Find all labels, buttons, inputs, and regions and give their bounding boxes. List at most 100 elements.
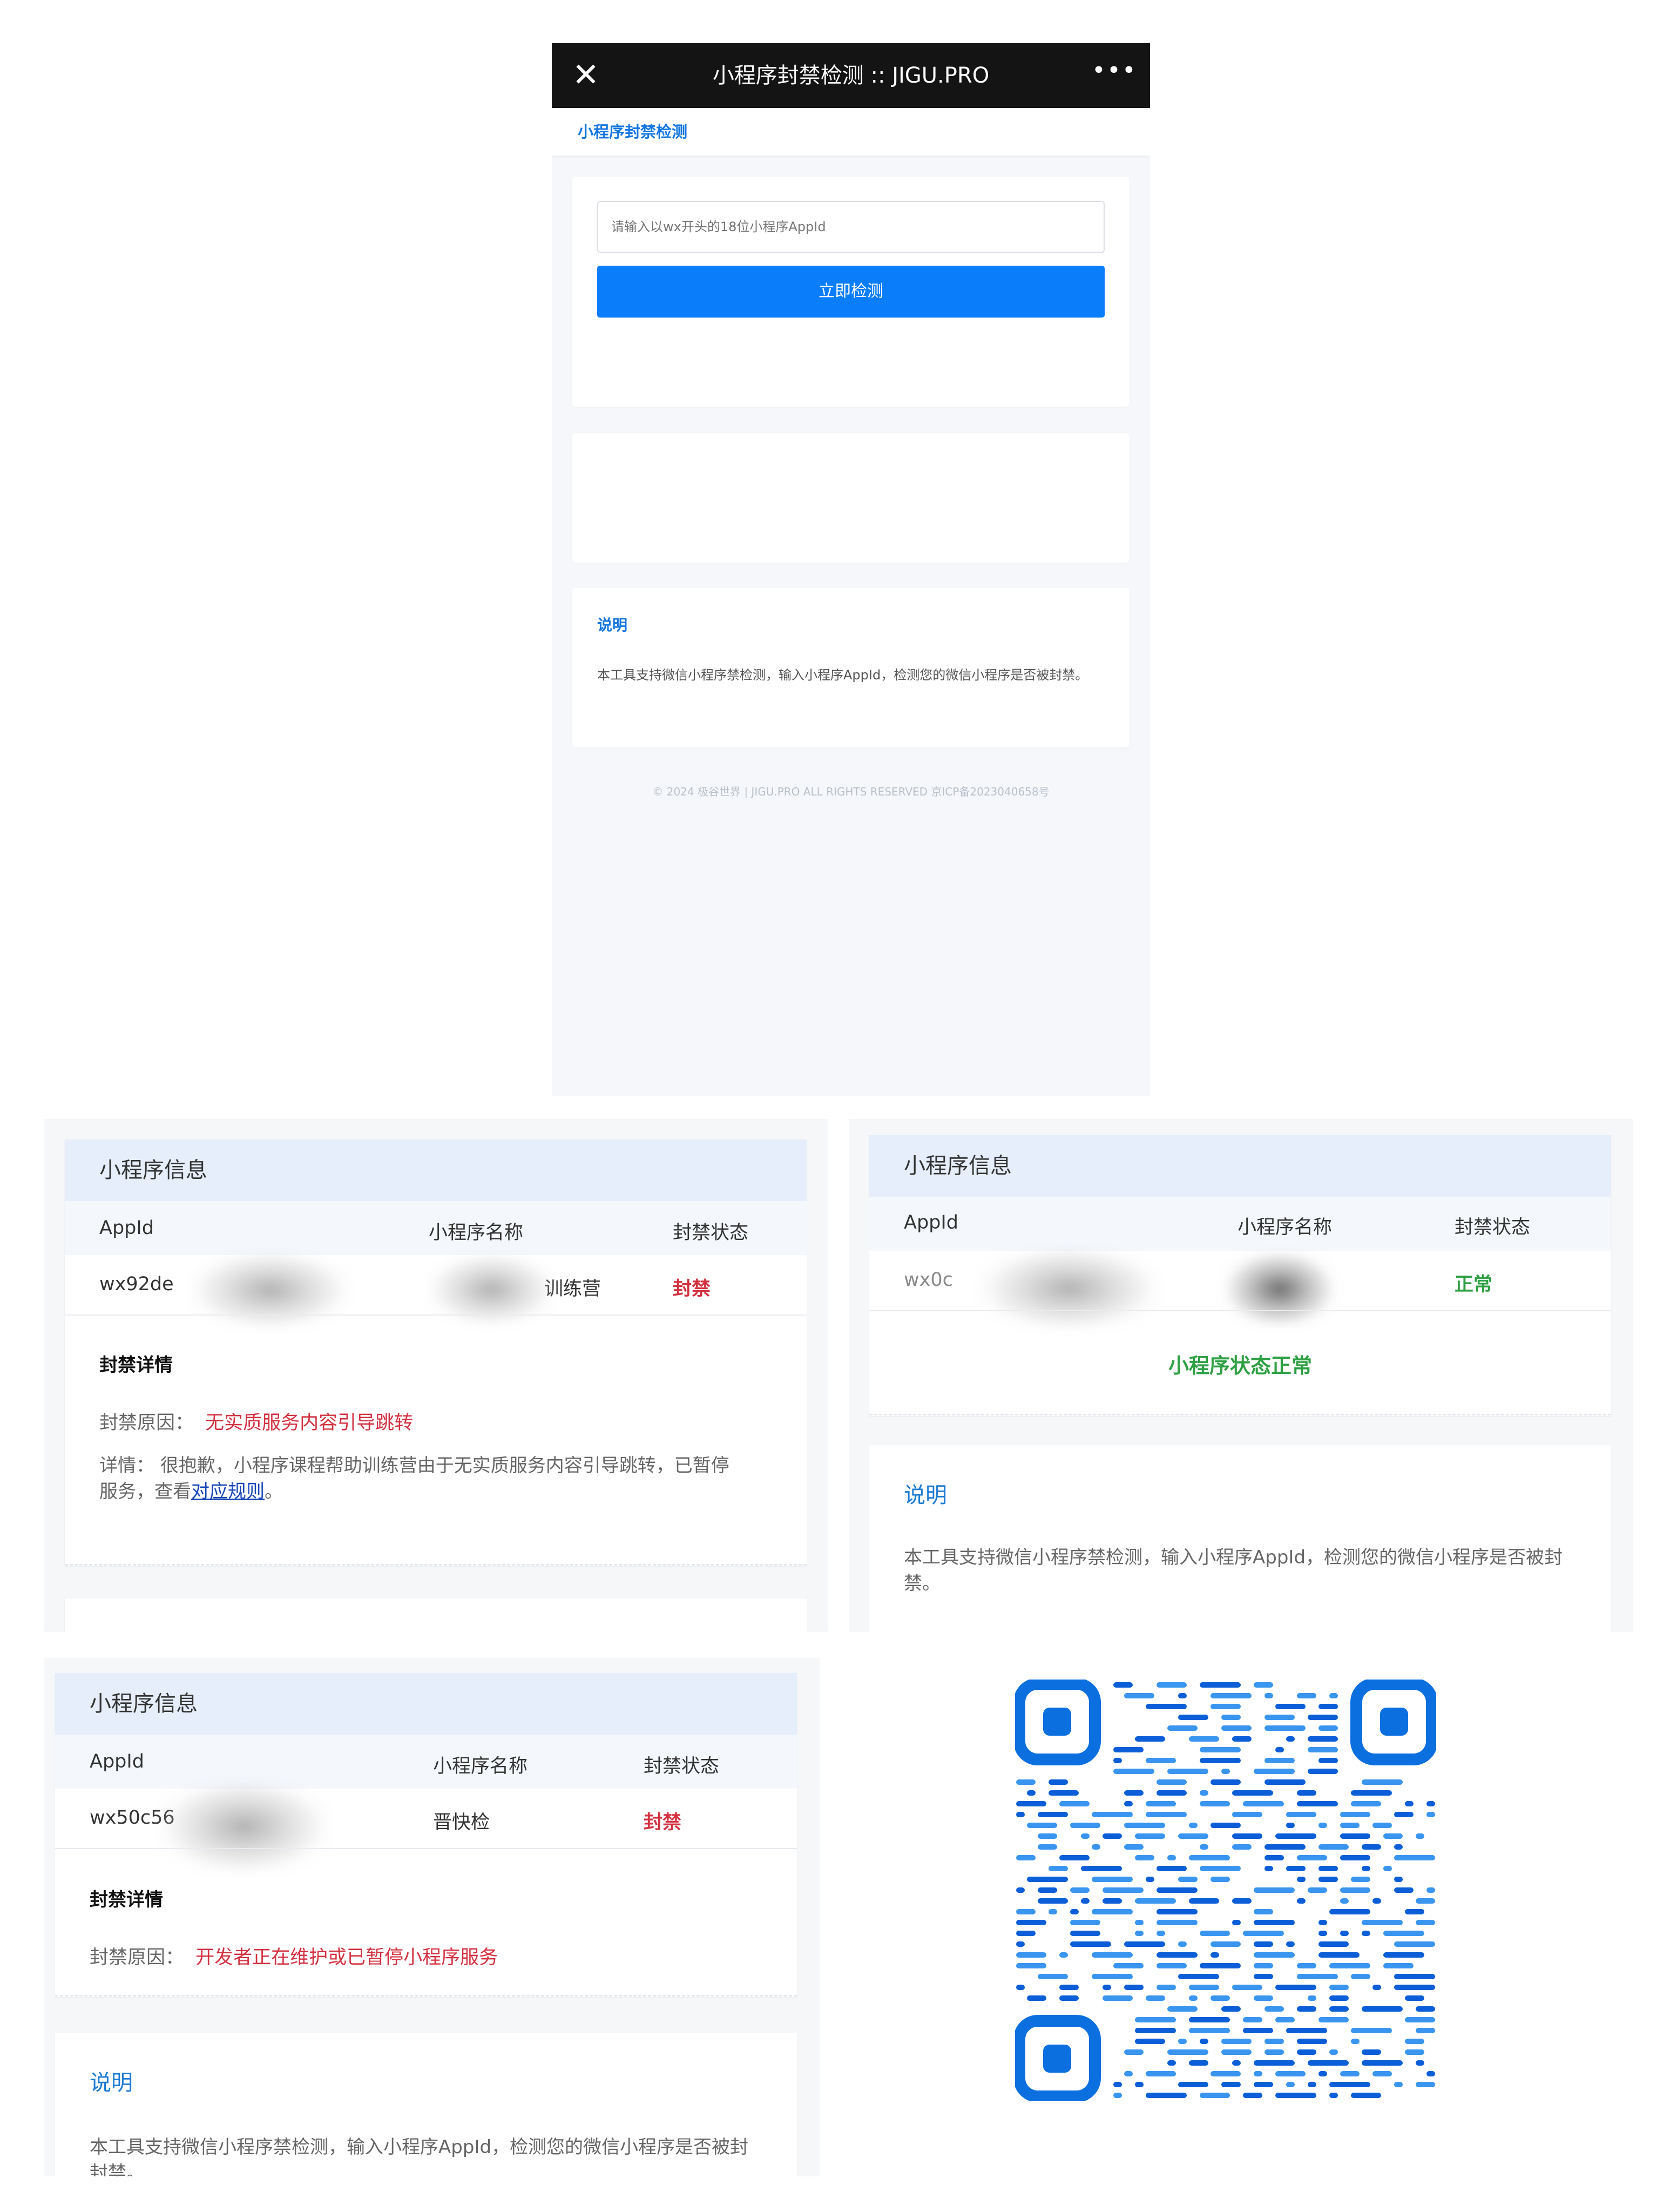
qr-module [1059, 1995, 1079, 2001]
qr-module [1254, 1769, 1295, 1774]
qr-module [1124, 2049, 1144, 2055]
note-title: 说明 [90, 2071, 133, 2095]
col-name: 小程序名称 [1238, 1217, 1333, 1238]
check-now-button[interactable]: 立即检测 [597, 266, 1105, 318]
nav-bar: 小程序封禁检测 [552, 108, 1150, 156]
qr-module [1351, 1790, 1392, 1796]
qr-module [1264, 1693, 1273, 1698]
qr-module [1211, 1952, 1219, 1958]
qr-module [1092, 1844, 1100, 1850]
redaction-blur [427, 1252, 556, 1327]
qr-module [1189, 1855, 1230, 1860]
qr-module [1189, 1736, 1219, 1742]
qr-module [1254, 1682, 1273, 1688]
qr-module [1264, 2039, 1284, 2044]
qr-module [1103, 1985, 1111, 1990]
qr-module [1286, 2028, 1327, 2033]
qr-module [1103, 1898, 1122, 1904]
qr-module [1254, 1974, 1273, 1979]
qr-module [1135, 2039, 1165, 2044]
qr-module [1178, 1941, 1187, 1947]
qr-module [1275, 1747, 1284, 1752]
qr-module [1383, 1952, 1424, 1958]
result-panel-c: 小程序信息 AppId 小程序名称 封禁状态 wx50c56 晋快检 封禁 封禁… [44, 1658, 820, 2176]
qr-module [1329, 1909, 1370, 1914]
qr-module [1157, 1931, 1165, 1936]
qr-module [1318, 1877, 1338, 1882]
qr-module [1092, 1877, 1133, 1882]
qr-module [1416, 2028, 1435, 2033]
table-row: wx0c 正常 [869, 1245, 1611, 1332]
qr-module [1254, 2060, 1295, 2066]
qr-module [1211, 1704, 1241, 1709]
note-text: 本工具支持微信小程序禁检测，输入小程序AppId，检测您的微信小程序是否被封 封… [90, 2134, 770, 2176]
more-icon[interactable]: ••• [1092, 57, 1136, 93]
nav-brand-link[interactable]: 小程序封禁检测 [578, 108, 687, 156]
qr-module [1318, 1704, 1338, 1709]
qr-module [1318, 1866, 1338, 1871]
col-appid: AppId [904, 1212, 958, 1233]
qr-module [1275, 1704, 1306, 1709]
qr-module [1124, 1790, 1144, 1796]
qr-module [1113, 1682, 1133, 1688]
rule-link[interactable]: 对应规则 [191, 1481, 265, 1502]
qr-module [1221, 2049, 1252, 2055]
qr-module [1318, 1844, 1349, 1850]
table-row: wx50c56 晋快检 封禁 [55, 1778, 797, 1875]
qr-module [1146, 1995, 1165, 2001]
qr-module [1405, 2039, 1424, 2044]
qr-module [1124, 1844, 1144, 1850]
qr-module [1351, 1801, 1381, 1806]
qr-module [1135, 2028, 1176, 2033]
qr-module [1146, 2093, 1187, 2098]
qr-module [1383, 1833, 1403, 1839]
qr-module [1157, 1866, 1187, 1871]
qr-module [1092, 1909, 1133, 1914]
qr-module [1146, 1704, 1187, 1709]
qr-module [1124, 1801, 1133, 1806]
qr-module [1016, 1920, 1046, 1925]
qr-module [1113, 2093, 1122, 2098]
appid-input[interactable] [597, 201, 1105, 253]
qr-module [1308, 1715, 1338, 1720]
qr-module [1383, 1866, 1392, 1871]
qr-module [1286, 2082, 1295, 2087]
qr-module [1221, 1769, 1230, 1774]
qr-module [1243, 2028, 1273, 2033]
qr-module [1027, 1823, 1057, 1828]
reason-value: 无实质服务内容引导跳转 [205, 1412, 414, 1434]
qr-module [1243, 1801, 1284, 1806]
qr-module [1038, 1974, 1068, 1979]
qr-module [1178, 2039, 1187, 2044]
qr-module [1308, 1736, 1338, 1742]
note-title: 说明 [597, 616, 628, 634]
qr-module [1157, 1963, 1187, 1968]
qr-module [1426, 1801, 1435, 1806]
qr-module [1275, 2071, 1306, 2076]
qr-module [1200, 2039, 1208, 2044]
qr-module [1157, 1909, 1198, 1914]
qr-module [1038, 1833, 1057, 1839]
qr-module [1318, 1725, 1338, 1731]
divider [65, 1314, 807, 1316]
qr-module [1329, 2006, 1349, 2012]
table-header-row: AppId 小程序名称 封禁状态 [869, 1197, 1611, 1251]
info-card: 小程序信息 AppId 小程序名称 封禁状态 wx50c56 晋快检 封禁 封禁… [55, 1673, 797, 1997]
qr-module [1092, 1952, 1133, 1958]
qr-module [1329, 2082, 1370, 2087]
note-card: 说明 本工具支持微信小程序禁检测，输入小程序AppId，检测您的微信小程序是否被… [55, 2033, 797, 2176]
qr-module [1049, 1779, 1068, 1785]
qr-module [1394, 2082, 1403, 2087]
qr-module [1394, 1974, 1435, 1979]
ban-reason: 封禁原因： 无实质服务内容引导跳转 [99, 1407, 413, 1435]
qr-module [1189, 1823, 1198, 1828]
qr-module [1221, 1725, 1252, 1731]
qr-module [1232, 1898, 1252, 1904]
qr-module [1232, 1790, 1273, 1796]
qr-module [1232, 2060, 1241, 2066]
window-title: 小程序封禁检测 :: JIGU.PRO [712, 63, 990, 88]
qr-module [1383, 1931, 1424, 1936]
redaction-blur [977, 1245, 1161, 1332]
qr-module [1275, 1833, 1316, 1839]
qr-module [1070, 1909, 1079, 1914]
